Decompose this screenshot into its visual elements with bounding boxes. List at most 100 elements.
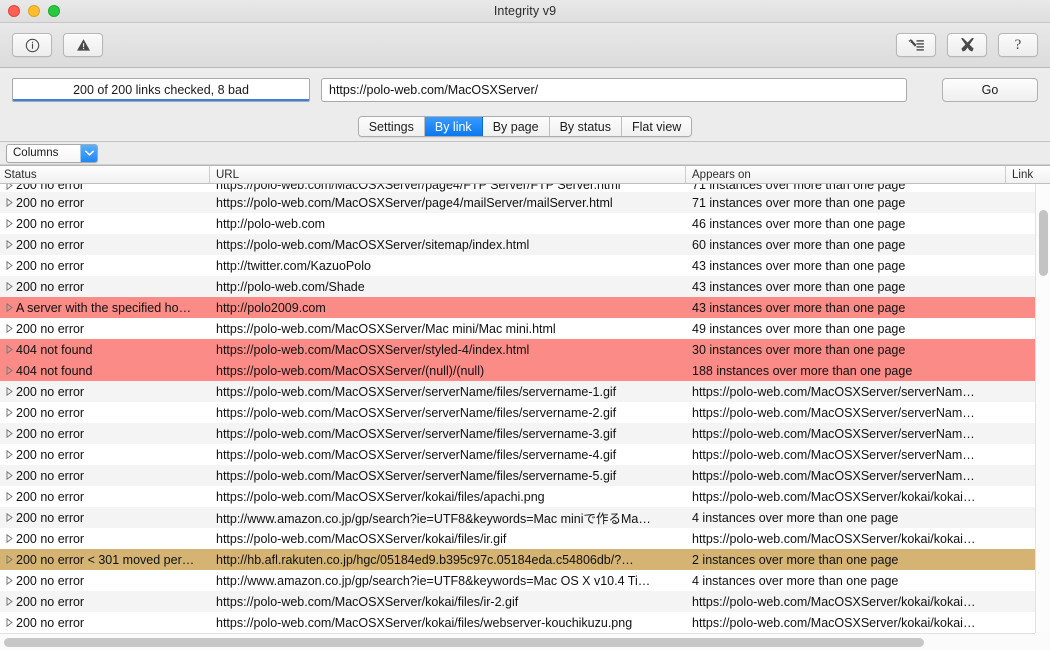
disclosure-triangle-icon[interactable]	[4, 184, 15, 190]
row-status-cell[interactable]: 200 no error	[0, 511, 210, 525]
row-appears-on-cell[interactable]: 43 instances over more than one page	[686, 259, 1006, 273]
row-status-cell[interactable]: 200 no error	[0, 532, 210, 546]
row-url-cell[interactable]: https://polo-web.com/MacOSXServer/Mac mi…	[210, 322, 686, 336]
row-appears-on-cell[interactable]: https://polo-web.com/MacOSXServer/kokai/…	[686, 532, 1006, 546]
table-row[interactable]: 200 no error https://polo-web.com/MacOSXS…	[0, 402, 1050, 423]
table-row[interactable]: 200 no error http://polo-web.com 46 instan…	[0, 213, 1050, 234]
row-status-cell[interactable]: 200 no error	[0, 385, 210, 399]
row-appears-on-cell[interactable]: https://polo-web.com/MacOSXServer/kokai/…	[686, 490, 1006, 504]
table-body[interactable]: 200 no error https://polo-web.com/MacOSXS…	[0, 184, 1050, 633]
disclosure-triangle-icon[interactable]	[4, 324, 15, 333]
table-row[interactable]: 200 no error http://www.amazon.co.jp/gp/s…	[0, 507, 1050, 528]
row-appears-on-cell[interactable]: https://polo-web.com/MacOSXServer/kokai/…	[686, 595, 1006, 609]
table-row[interactable]: 200 no error https://polo-web.com/MacOSXS…	[0, 381, 1050, 402]
disclosure-triangle-icon[interactable]	[4, 597, 15, 606]
row-url-cell[interactable]: https://polo-web.com/MacOSXServer/(null)…	[210, 364, 686, 378]
row-appears-on-cell[interactable]: 71 instances over more than one page	[686, 196, 1006, 210]
horizontal-scrollbar[interactable]	[0, 633, 1050, 650]
warnings-button[interactable]	[63, 33, 103, 57]
row-url-cell[interactable]: https://polo-web.com/MacOSXServer/page4/…	[210, 184, 686, 192]
tab-flat-view[interactable]: Flat view	[621, 117, 692, 136]
row-status-cell[interactable]: 200 no error	[0, 595, 210, 609]
table-row[interactable]: 200 no error < 301 moved per… http://hb.a…	[0, 549, 1050, 570]
row-url-cell[interactable]: https://polo-web.com/MacOSXServer/kokai/…	[210, 616, 686, 630]
row-status-cell[interactable]: 200 no error < 301 moved per…	[0, 553, 210, 567]
row-url-cell[interactable]: https://polo-web.com/MacOSXServer/server…	[210, 469, 686, 483]
row-status-cell[interactable]: A server with the specified ho…	[0, 301, 210, 315]
table-row[interactable]: 200 no error http://twitter.com/KazuoPolo…	[0, 255, 1050, 276]
row-appears-on-cell[interactable]: 71 instances over more than one page	[686, 184, 1006, 192]
row-appears-on-cell[interactable]: https://polo-web.com/MacOSXServer/kokai/…	[686, 616, 1006, 630]
disclosure-triangle-icon[interactable]	[4, 282, 15, 291]
row-status-cell[interactable]: 200 no error	[0, 322, 210, 336]
info-button[interactable]	[12, 33, 52, 57]
row-appears-on-cell[interactable]: https://polo-web.com/MacOSXServer/server…	[686, 427, 1006, 441]
disclosure-triangle-icon[interactable]	[4, 534, 15, 543]
row-appears-on-cell[interactable]: 2 instances over more than one page	[686, 553, 1006, 567]
row-url-cell[interactable]: https://polo-web.com/MacOSXServer/sitema…	[210, 238, 686, 252]
tab-by-status[interactable]: By status	[549, 117, 622, 136]
disclosure-triangle-icon[interactable]	[4, 471, 15, 480]
row-url-cell[interactable]: https://polo-web.com/MacOSXServer/server…	[210, 385, 686, 399]
table-row[interactable]: 404 not found https://polo-web.com/MacOSX…	[0, 360, 1050, 381]
row-status-cell[interactable]: 200 no error	[0, 217, 210, 231]
row-url-cell[interactable]: https://polo-web.com/MacOSXServer/kokai/…	[210, 490, 686, 504]
row-url-cell[interactable]: https://polo-web.com/MacOSXServer/server…	[210, 427, 686, 441]
disclosure-triangle-icon[interactable]	[4, 576, 15, 585]
row-appears-on-cell[interactable]: 43 instances over more than one page	[686, 301, 1006, 315]
row-status-cell[interactable]: 200 no error	[0, 238, 210, 252]
help-button[interactable]: ?	[998, 33, 1038, 57]
table-row[interactable]: 200 no error https://polo-web.com/MacOSXS…	[0, 184, 1050, 192]
disclosure-triangle-icon[interactable]	[4, 450, 15, 459]
url-input[interactable]: https://polo-web.com/MacOSXServer/	[321, 78, 907, 102]
row-url-cell[interactable]: http://www.amazon.co.jp/gp/search?ie=UTF…	[210, 574, 686, 588]
table-row[interactable]: 200 no error https://polo-web.com/MacOSXS…	[0, 465, 1050, 486]
row-url-cell[interactable]: http://twitter.com/KazuoPolo	[210, 259, 686, 273]
row-status-cell[interactable]: 200 no error	[0, 490, 210, 504]
row-appears-on-cell[interactable]: 188 instances over more than one page	[686, 364, 1006, 378]
row-appears-on-cell[interactable]: 46 instances over more than one page	[686, 217, 1006, 231]
row-appears-on-cell[interactable]: 4 instances over more than one page	[686, 574, 1006, 588]
minimize-button-icon[interactable]	[28, 5, 40, 17]
disclosure-triangle-icon[interactable]	[4, 555, 15, 564]
disclosure-triangle-icon[interactable]	[4, 261, 15, 270]
row-status-cell[interactable]: 200 no error	[0, 448, 210, 462]
row-appears-on-cell[interactable]: 43 instances over more than one page	[686, 280, 1006, 294]
row-status-cell[interactable]: 200 no error	[0, 184, 210, 192]
zoom-button-icon[interactable]	[48, 5, 60, 17]
table-row[interactable]: 200 no error https://polo-web.com/MacOSXS…	[0, 234, 1050, 255]
row-status-cell[interactable]: 200 no error	[0, 259, 210, 273]
disclosure-triangle-icon[interactable]	[4, 219, 15, 228]
table-row[interactable]: 200 no error https://polo-web.com/MacOSXS…	[0, 612, 1050, 633]
row-status-cell[interactable]: 200 no error	[0, 574, 210, 588]
row-url-cell[interactable]: https://polo-web.com/MacOSXServer/page4/…	[210, 196, 686, 210]
row-appears-on-cell[interactable]: 49 instances over more than one page	[686, 322, 1006, 336]
row-url-cell[interactable]: http://polo-web.com/Shade	[210, 280, 686, 294]
disclosure-triangle-icon[interactable]	[4, 345, 15, 354]
tab-settings[interactable]: Settings	[358, 117, 425, 136]
row-status-cell[interactable]: 200 no error	[0, 280, 210, 294]
preferences-list-button[interactable]	[896, 33, 936, 57]
row-appears-on-cell[interactable]: https://polo-web.com/MacOSXServer/server…	[686, 406, 1006, 420]
row-status-cell[interactable]: 200 no error	[0, 196, 210, 210]
disclosure-triangle-icon[interactable]	[4, 198, 15, 207]
row-status-cell[interactable]: 200 no error	[0, 406, 210, 420]
tab-by-link[interactable]: By link	[424, 117, 483, 136]
disclosure-triangle-icon[interactable]	[4, 618, 15, 627]
table-row[interactable]: 200 no error https://polo-web.com/MacOSXS…	[0, 423, 1050, 444]
row-url-cell[interactable]: http://www.amazon.co.jp/gp/search?ie=UTF…	[210, 508, 686, 527]
row-url-cell[interactable]: http://polo-web.com	[210, 217, 686, 231]
table-row[interactable]: 200 no error https://polo-web.com/MacOSXS…	[0, 591, 1050, 612]
disclosure-triangle-icon[interactable]	[4, 492, 15, 501]
tools-button[interactable]	[947, 33, 987, 57]
row-appears-on-cell[interactable]: 60 instances over more than one page	[686, 238, 1006, 252]
table-row[interactable]: 200 no error https://polo-web.com/MacOSXS…	[0, 192, 1050, 213]
row-url-cell[interactable]: http://polo2009.com	[210, 301, 686, 315]
row-url-cell[interactable]: https://polo-web.com/MacOSXServer/kokai/…	[210, 532, 686, 546]
disclosure-triangle-icon[interactable]	[4, 303, 15, 312]
vertical-scrollbar[interactable]	[1035, 184, 1050, 633]
vertical-scrollbar-thumb[interactable]	[1039, 210, 1048, 276]
table-row[interactable]: 200 no error http://www.amazon.co.jp/gp/s…	[0, 570, 1050, 591]
row-appears-on-cell[interactable]: 4 instances over more than one page	[686, 511, 1006, 525]
table-row[interactable]: 200 no error https://polo-web.com/MacOSXS…	[0, 528, 1050, 549]
